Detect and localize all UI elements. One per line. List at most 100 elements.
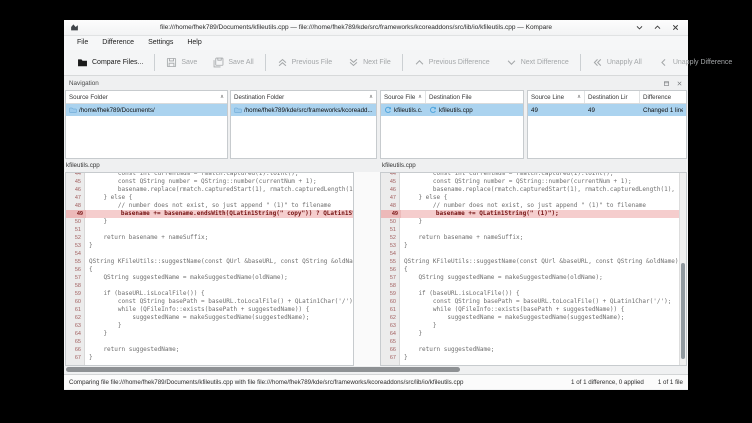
navigation-selected-row[interactable]: 4949Changed 1 line <box>528 104 686 116</box>
code-line: 59 if (baseURL.isLocalFile()) { <box>381 290 686 298</box>
column-header-difference[interactable]: Difference <box>640 91 686 103</box>
unapply-difference-icon <box>658 57 669 68</box>
code-text: QString suggestedName = makeSuggestedNam… <box>84 274 353 282</box>
folder-row-icon <box>69 106 77 114</box>
code-text: const QString basePath = baseURL.toLocal… <box>84 298 353 306</box>
titlebar[interactable]: file:///home/fhek789/Documents/kfileutil… <box>64 20 688 36</box>
float-dock-icon[interactable] <box>663 80 670 87</box>
code-line: 62 suggestedName = makeSuggestedName(sug… <box>66 314 353 322</box>
navigation-pane-source-file: Source File∧Destination Filekfileutils.c… <box>380 90 524 159</box>
menu-help[interactable]: Help <box>180 36 208 50</box>
code-line: 64 } <box>66 330 353 338</box>
nav-cell-text: 49 <box>588 107 595 114</box>
changed-diff-line[interactable]: 49 basename += QLatin1String(" (1)"); <box>381 210 686 218</box>
next-difference-icon <box>506 57 517 68</box>
code-text: } <box>84 322 353 330</box>
minimize-icon[interactable] <box>635 23 644 32</box>
vertical-scrollbar-thumb[interactable] <box>681 263 685 359</box>
line-number: 55 <box>66 258 84 266</box>
toolbar-buttons: Compare Files...SaveSave AllPrevious Fil… <box>69 53 740 73</box>
file-count: 1 of 1 file <box>658 379 683 386</box>
nav-cell: Changed 1 line <box>640 104 686 116</box>
column-header-destination-lir[interactable]: Destination Lir <box>585 91 640 103</box>
nav-cell-text: /home/fhek789/Documents/ <box>79 107 155 114</box>
column-header-label: Destination Lir <box>588 94 628 101</box>
compare-files-button[interactable]: Compare Files... <box>69 53 151 73</box>
column-header-source-file[interactable]: Source File∧ <box>381 91 426 103</box>
maximize-icon[interactable] <box>653 23 662 32</box>
code-text: } <box>84 330 353 338</box>
code-text: } <box>399 242 686 250</box>
code-line: 58 <box>66 282 353 290</box>
close-icon[interactable] <box>671 23 680 32</box>
column-header-source-line[interactable]: Source Line∧ <box>528 91 585 103</box>
code-line: 60 const QString basePath = baseURL.toLo… <box>381 298 686 306</box>
code-text: basename.replace(rmatch.capturedStart(1)… <box>399 186 686 194</box>
code-line: 50 } <box>381 218 686 226</box>
line-number: 47 <box>66 194 84 202</box>
toolbar: Compare Files...SaveSave AllPrevious Fil… <box>64 50 688 76</box>
line-number: 67 <box>381 354 399 362</box>
code-text: QString KFileUtils::suggestName(const QU… <box>399 258 686 266</box>
vertical-scrollbar[interactable] <box>679 173 686 365</box>
code-line: 53} <box>66 242 353 250</box>
line-number: 48 <box>381 202 399 210</box>
kompare-window: file:///home/fhek789/Documents/kfileutil… <box>64 20 688 390</box>
menu-difference[interactable]: Difference <box>95 36 141 50</box>
code-text: } <box>84 218 353 226</box>
line-number: 48 <box>66 202 84 210</box>
line-number: 52 <box>66 234 84 242</box>
toolbar-button-label: Unapply Difference <box>673 59 732 66</box>
column-header-destination-folder[interactable]: Destination Folder∧ <box>231 91 376 103</box>
line-number: 47 <box>381 194 399 202</box>
navigation-selected-row[interactable]: kfileutils.c...kfileutils.cpp <box>381 104 523 116</box>
code-text: return basename + nameSuffix; <box>84 234 353 242</box>
nav-cell: 49 <box>585 104 640 116</box>
menu-file[interactable]: File <box>70 36 95 50</box>
code-line: 46 basename.replace(rmatch.capturedStart… <box>66 186 353 194</box>
toolbar-button-label: Save <box>181 59 197 66</box>
line-number: 61 <box>381 306 399 314</box>
line-number: 56 <box>66 266 84 274</box>
line-number: 51 <box>381 226 399 234</box>
column-headers: Destination Folder∧ <box>231 91 376 104</box>
code-line: 63 } <box>66 322 353 330</box>
column-header-destination-file[interactable]: Destination File <box>426 91 523 103</box>
code-line: 62 suggestedName = makeSuggestedName(sug… <box>381 314 686 322</box>
horizontal-scrollbar[interactable] <box>64 366 688 374</box>
navigation-selected-row[interactable]: /home/fhek789/kde/src/frameworks/kcoread… <box>231 104 376 116</box>
code-line: 66 return suggestedName; <box>381 346 686 354</box>
code-text: QString suggestedName = makeSuggestedNam… <box>399 274 686 282</box>
previous-difference-icon <box>414 57 425 68</box>
navigation-dock-buttons <box>663 80 683 87</box>
horizontal-scrollbar-thumb[interactable] <box>66 367 460 372</box>
code-text: } <box>84 354 353 362</box>
line-number: 60 <box>381 298 399 306</box>
code-line: 48 // number does not exist, so just app… <box>381 202 686 210</box>
column-header-label: Source File <box>384 94 415 101</box>
navigation-selected-row[interactable]: /home/fhek789/Documents/ <box>66 104 227 116</box>
line-number: 57 <box>381 274 399 282</box>
code-line: 50 } <box>66 218 353 226</box>
destination-code-pane[interactable]: 44 const int currentNum = rmatch.capture… <box>380 172 687 366</box>
code-text: // number does not exist, so just append… <box>84 202 353 210</box>
line-number: 53 <box>381 242 399 250</box>
code-text: return suggestedName; <box>399 346 686 354</box>
code-text: } else { <box>84 194 353 202</box>
code-line: 48 // number does not exist, so just app… <box>66 202 353 210</box>
line-number: 50 <box>66 218 84 226</box>
menu-settings[interactable]: Settings <box>141 36 180 50</box>
source-code-pane[interactable]: 44 const int currentNum = rmatch.capture… <box>65 172 354 366</box>
code-text: return suggestedName; <box>84 346 353 354</box>
code-line: 53} <box>381 242 686 250</box>
previous-file-button: Previous File <box>269 53 340 73</box>
changed-diff-line[interactable]: 49 basename += basename.endsWith(QLatin1… <box>66 210 353 218</box>
column-header-source-folder[interactable]: Source Folder∧ <box>66 91 227 103</box>
nav-cell-text: /home/fhek789/kde/src/frameworks/kcoread… <box>244 107 373 114</box>
code-text: if (baseURL.isLocalFile()) { <box>399 290 686 298</box>
code-text: const QString basePath = baseURL.toLocal… <box>399 298 686 306</box>
close-dock-icon[interactable] <box>676 80 683 87</box>
code-line: 65 <box>66 338 353 346</box>
previous-difference-button: Previous Difference <box>406 53 498 73</box>
code-text <box>84 226 353 234</box>
